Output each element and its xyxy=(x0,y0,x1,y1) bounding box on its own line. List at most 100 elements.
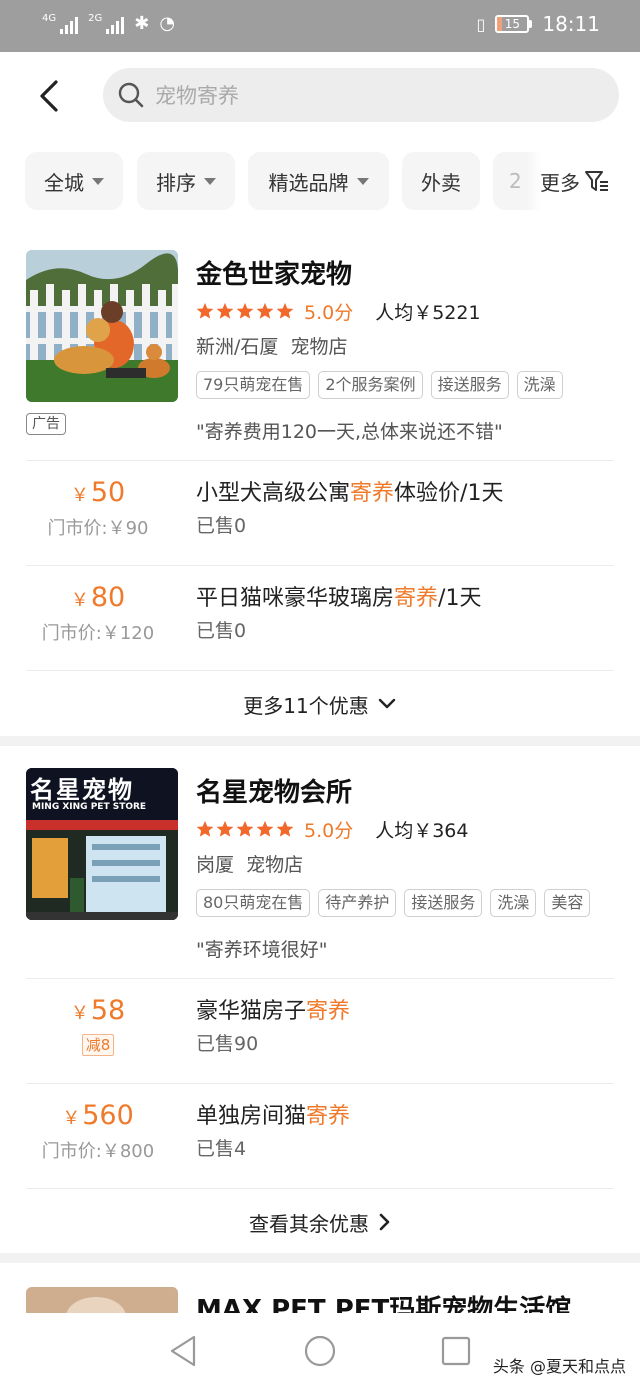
review-snippet: "寄养环境很好" xyxy=(196,939,328,961)
shop-category: 宠物店 xyxy=(246,854,304,876)
chevron-right-icon xyxy=(379,1213,390,1231)
deal-sold: 已售0 xyxy=(196,620,247,642)
shop-card[interactable]: 广告 金色世家宠物 5.0分 人均￥5221 新洲/石厦 宠物店 79只萌宠在售… xyxy=(0,228,640,736)
search-input[interactable]: 宠物寄养 xyxy=(103,68,619,122)
original-price: 门市价:￥90 xyxy=(47,518,149,539)
deal-price: ￥50 xyxy=(70,477,126,508)
sync-icon: ◔ xyxy=(159,13,176,34)
deal-price-col: ￥560 门市价:￥800 xyxy=(26,1100,170,1163)
caret-down-icon xyxy=(356,177,369,185)
shop-name: 名星宠物会所 xyxy=(196,778,353,808)
view-other-deals-button[interactable]: 查看其余优惠 xyxy=(0,1190,640,1254)
filter-bar: 全城 排序 精选品牌 外卖 2 更多 xyxy=(0,152,640,214)
more-deals-label: 更多11个优惠 xyxy=(243,693,369,718)
filter-icon xyxy=(585,171,608,191)
deal-title: 单独房间猫寄养 xyxy=(196,1104,351,1129)
rating-row: 5.0分 人均￥364 xyxy=(196,816,468,842)
shop-photo xyxy=(26,1287,178,1313)
deal-price: ￥80 xyxy=(70,582,126,613)
deal-sold: 已售90 xyxy=(196,1033,259,1055)
deal-price-col: ￥58 减8 xyxy=(26,995,170,1056)
star-rating xyxy=(196,302,294,320)
filter-takeout-label: 外卖 xyxy=(421,170,461,195)
avg-price: 人均￥364 xyxy=(375,819,469,842)
deal-item[interactable]: ￥50 门市价:￥90 小型犬高级公寓寄养体验价/1天 已售0 xyxy=(0,461,640,565)
triangle-back-icon xyxy=(170,1335,196,1367)
sim2-label: 2G xyxy=(88,13,103,24)
deal-title: 豪华猫房子寄养 xyxy=(196,999,351,1024)
star-icon xyxy=(276,820,294,837)
deal-item[interactable]: ￥80 门市价:￥120 平日猫咪豪华玻璃房寄养/1天 已售0 xyxy=(0,566,640,670)
star-icon xyxy=(196,820,214,837)
nav-home-button[interactable] xyxy=(300,1333,340,1369)
shop-area: 新洲/石厦 xyxy=(196,336,279,358)
avg-price: 人均￥5221 xyxy=(375,301,481,324)
tag: 接送服务 xyxy=(430,371,509,399)
star-icon xyxy=(256,302,274,319)
search-placeholder: 宠物寄养 xyxy=(155,84,239,108)
shop-category: 宠物店 xyxy=(290,336,348,358)
star-icon xyxy=(196,302,214,319)
nav-back-button[interactable] xyxy=(164,1333,204,1369)
section-separator xyxy=(0,1253,640,1263)
tag: 待产养护 xyxy=(318,889,397,917)
watermark: 头条 @夏天和点点 xyxy=(492,1357,626,1376)
filter-sort[interactable]: 排序 xyxy=(137,152,235,210)
deal-price: ￥58 xyxy=(70,995,126,1026)
nav-recents-button[interactable] xyxy=(436,1333,476,1369)
filter-brand-label: 精选品牌 xyxy=(268,170,349,195)
status-bar: 4G 2G ✱ ◔ ▯ 15 18:11 xyxy=(0,0,640,52)
original-price: 门市价:￥120 xyxy=(41,623,155,644)
discount-badge: 减8 xyxy=(81,1034,115,1056)
sim1-label: 4G xyxy=(42,13,57,24)
more-filters-button[interactable]: 更多 xyxy=(526,152,610,210)
status-right: ▯ 15 18:11 xyxy=(477,12,600,36)
shop-card[interactable]: MAX PET PET玛斯宠物生活馆 xyxy=(0,1263,640,1313)
tag: 接送服务 xyxy=(404,889,483,917)
shop-score: 5.0分 xyxy=(304,301,354,324)
storefront-sign: 名星宠物 xyxy=(30,776,134,804)
tag: 2个服务案例 xyxy=(318,371,423,399)
storefront-sign-sub: MING XING PET STORE xyxy=(32,802,147,812)
shop-photo: 名星宠物 MING XING PET STORE xyxy=(26,768,178,920)
star-icon xyxy=(236,820,254,837)
signal-icon-sim1: 4G xyxy=(42,13,79,34)
star-icon xyxy=(276,302,294,319)
circle-home-icon xyxy=(304,1335,336,1367)
deal-price-col: ￥80 门市价:￥120 xyxy=(26,582,170,645)
shop-photo xyxy=(26,250,178,402)
bluetooth-icon: ✱ xyxy=(134,13,150,34)
shop-name: MAX PET PET玛斯宠物生活馆 xyxy=(196,1295,572,1313)
shop-card[interactable]: 名星宠物 MING XING PET STORE 名星宠物会所 5.0分 人均￥… xyxy=(0,746,640,1253)
chevron-left-icon xyxy=(40,80,58,112)
tag-list: 80只萌宠在售 待产养护 接送服务 洗澡 美容 xyxy=(196,889,591,917)
star-rating xyxy=(196,820,294,838)
tag-list: 79只萌宠在售 2个服务案例 接送服务 洗澡 xyxy=(196,371,563,399)
deal-item[interactable]: ￥560 门市价:￥800 单独房间猫寄养 已售4 xyxy=(0,1084,640,1188)
status-left: 4G 2G ✱ ◔ xyxy=(42,14,175,34)
view-other-deals-label: 查看其余优惠 xyxy=(249,1211,369,1236)
filter-brand[interactable]: 精选品牌 xyxy=(248,152,389,210)
divider xyxy=(26,670,614,671)
star-icon xyxy=(216,820,234,837)
deal-title: 平日猫咪豪华玻璃房寄养/1天 xyxy=(196,586,482,611)
battery-icon: 15 xyxy=(495,15,533,33)
section-separator xyxy=(0,736,640,746)
deal-sold: 已售4 xyxy=(196,1138,247,1160)
square-recents-icon xyxy=(441,1336,471,1366)
filter-city[interactable]: 全城 xyxy=(25,152,123,210)
filter-takeout[interactable]: 外卖 xyxy=(402,152,480,210)
filter-sort-label: 排序 xyxy=(156,170,196,195)
deal-item[interactable]: ￥58 减8 豪华猫房子寄养 已售90 xyxy=(0,979,640,1083)
battery-level: 15 xyxy=(504,17,520,31)
deal-sold: 已售0 xyxy=(196,515,247,537)
tag: 洗澡 xyxy=(516,371,563,399)
more-deals-button[interactable]: 更多11个优惠 xyxy=(0,672,640,736)
search-icon xyxy=(118,82,144,108)
star-icon xyxy=(256,820,274,837)
star-icon xyxy=(236,302,254,319)
deal-price: ￥560 xyxy=(62,1100,134,1131)
back-button[interactable] xyxy=(34,76,68,116)
tag: 美容 xyxy=(544,889,591,917)
vibrate-icon: ▯ xyxy=(476,14,486,34)
